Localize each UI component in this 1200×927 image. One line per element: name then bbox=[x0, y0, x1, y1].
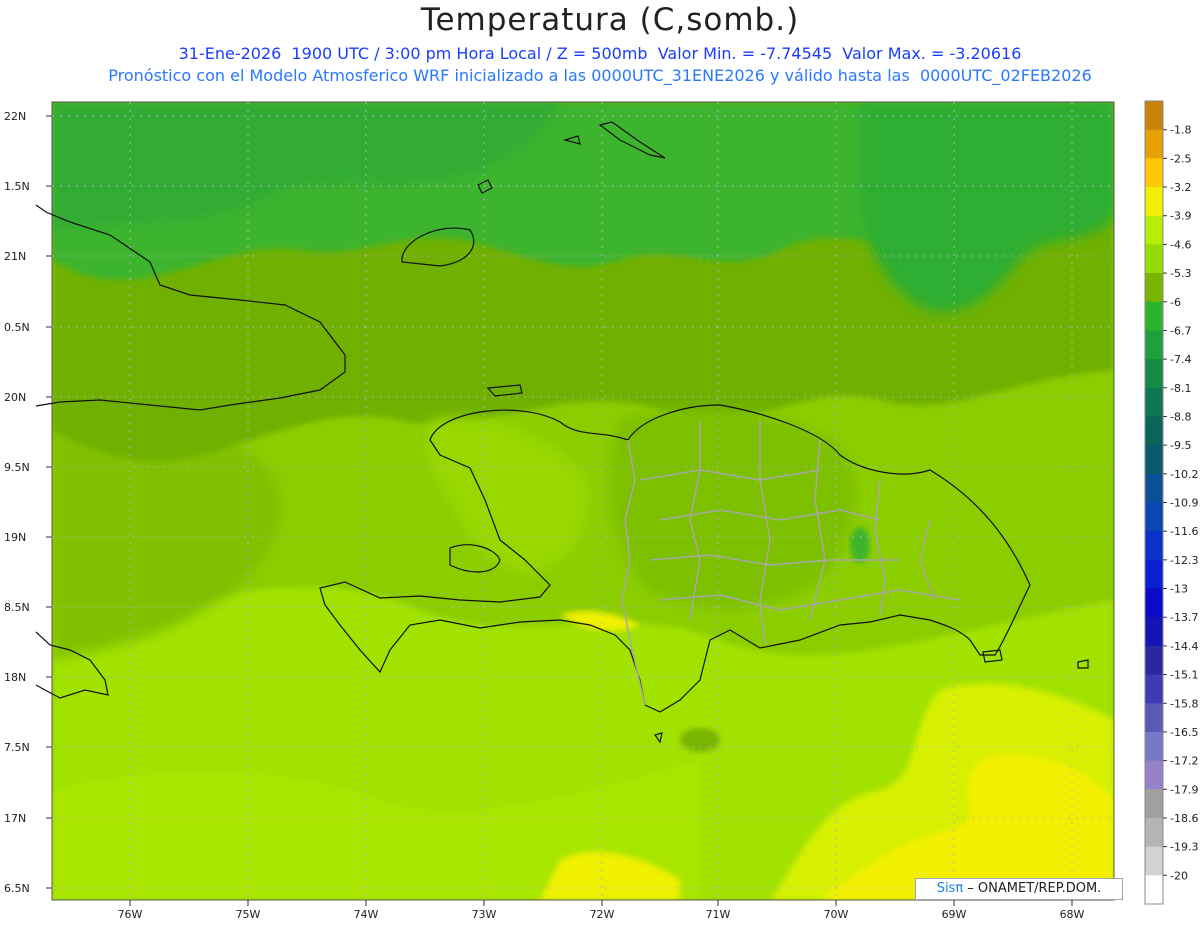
colorbar-label: -9.5 bbox=[1170, 439, 1191, 452]
colorbar-swatch bbox=[1145, 359, 1163, 389]
colorbar-label: -13 bbox=[1170, 583, 1188, 596]
lon-label: 71W bbox=[706, 908, 731, 921]
colorbar-swatch bbox=[1145, 531, 1163, 561]
colorbar-swatch bbox=[1145, 645, 1163, 676]
colorbar-swatch bbox=[1145, 244, 1163, 274]
lon-label: 69W bbox=[942, 908, 967, 921]
colorbar-label: -5.3 bbox=[1170, 267, 1191, 280]
colorbar-swatch bbox=[1145, 301, 1163, 331]
colorbar-label: -6.7 bbox=[1170, 324, 1191, 337]
colorbar-swatch bbox=[1145, 473, 1163, 503]
colorbar-swatch bbox=[1145, 416, 1163, 446]
colorbar-swatch bbox=[1145, 215, 1163, 245]
colorbar-swatch bbox=[1145, 387, 1163, 417]
lon-label: 72W bbox=[590, 908, 615, 921]
lat-label: 19N bbox=[4, 531, 26, 544]
latitude-labels: 22N 1.5N 21N 0.5N 20N 9.5N 19N 8.5N 18N … bbox=[4, 110, 30, 895]
longitude-labels: 76W 75W 74W 73W 72W 71W 70W 69W 68W bbox=[118, 908, 1085, 921]
colorbar-label: -3.2 bbox=[1170, 181, 1191, 194]
colorbar-swatch bbox=[1145, 330, 1163, 360]
lon-label: 74W bbox=[354, 908, 379, 921]
colorbar-label: -12.3 bbox=[1170, 554, 1198, 567]
lat-label: 18N bbox=[4, 671, 26, 684]
credit-box: Sisπ – ONAMET/REP.DOM. bbox=[915, 878, 1123, 900]
colorbar-swatch bbox=[1145, 703, 1163, 733]
colorbar-label: -10.2 bbox=[1170, 468, 1198, 481]
lat-label: 22N bbox=[4, 110, 26, 123]
colorbar-label: -8.1 bbox=[1170, 382, 1191, 395]
lat-label: 1.5N bbox=[4, 180, 30, 193]
colorbar-swatch bbox=[1145, 559, 1163, 590]
colorbar-label: -2.5 bbox=[1170, 152, 1191, 165]
colorbar-label: -15.1 bbox=[1170, 669, 1198, 682]
colorbar-label: -17.9 bbox=[1170, 783, 1198, 796]
colorbar-swatch bbox=[1145, 101, 1163, 131]
lat-label: 6.5N bbox=[4, 882, 30, 895]
colorbar-label: -8.8 bbox=[1170, 410, 1191, 423]
colorbar-label: -13.7 bbox=[1170, 611, 1198, 624]
colorbar-label: -19.3 bbox=[1170, 841, 1198, 854]
colorbar-swatch bbox=[1145, 502, 1163, 532]
colorbar-label: -7.4 bbox=[1170, 353, 1191, 366]
colorbar-label: -10.9 bbox=[1170, 497, 1198, 510]
credit-text: – ONAMET/REP.DOM. bbox=[963, 881, 1102, 896]
lat-label: 0.5N bbox=[4, 321, 30, 334]
colorbar-swatch bbox=[1145, 760, 1163, 790]
colorbar-swatch bbox=[1145, 187, 1163, 217]
lon-label: 76W bbox=[118, 908, 143, 921]
colorbar-label: -6 bbox=[1170, 296, 1181, 309]
colorbar-swatch bbox=[1145, 731, 1163, 762]
lat-label: 8.5N bbox=[4, 601, 30, 614]
lat-label: 21N bbox=[4, 250, 26, 263]
lon-label: 73W bbox=[472, 908, 497, 921]
sispi-brand: Sisπ bbox=[936, 881, 964, 896]
colorbar-swatch bbox=[1145, 273, 1163, 303]
colorbar bbox=[1144, 100, 1167, 905]
lon-label: 75W bbox=[236, 908, 261, 921]
temperature-field bbox=[52, 102, 1114, 900]
colorbar-swatch bbox=[1145, 129, 1163, 159]
colorbar-label: -14.4 bbox=[1170, 640, 1198, 653]
colorbar-swatch bbox=[1145, 158, 1163, 188]
temperature-map: 22N 1.5N 21N 0.5N 20N 9.5N 19N 8.5N 18N … bbox=[4, 100, 1198, 921]
colorbar-labels: -1.8 -2.5 -3.2 -3.9 -4.6 -5.3 -6 -6.7 -7.4 -8.1 -8… bbox=[1170, 124, 1198, 883]
lat-label: 20N bbox=[4, 391, 26, 404]
colorbar-swatch bbox=[1145, 875, 1163, 905]
colorbar-label: -20 bbox=[1170, 869, 1188, 882]
lat-label: 17N bbox=[4, 812, 26, 825]
colorbar-label: -16.5 bbox=[1170, 726, 1198, 739]
lon-label: 68W bbox=[1060, 908, 1085, 921]
colorbar-label: -1.8 bbox=[1170, 124, 1191, 137]
lat-label: 7.5N bbox=[4, 741, 30, 754]
colorbar-swatch bbox=[1145, 789, 1163, 819]
colorbar-swatch bbox=[1145, 617, 1163, 647]
colorbar-swatch bbox=[1145, 588, 1163, 618]
colorbar-label: -11.6 bbox=[1170, 525, 1198, 538]
colorbar-label: -15.8 bbox=[1170, 697, 1198, 710]
lat-label: 9.5N bbox=[4, 461, 30, 474]
colorbar-label: -17.2 bbox=[1170, 755, 1198, 768]
colorbar-label: -18.6 bbox=[1170, 812, 1198, 825]
lon-label: 70W bbox=[824, 908, 849, 921]
colorbar-swatch bbox=[1145, 817, 1163, 848]
colorbar-label: -3.9 bbox=[1170, 210, 1191, 223]
colorbar-swatch bbox=[1145, 674, 1163, 704]
colorbar-swatch bbox=[1145, 445, 1163, 475]
colorbar-label: -4.6 bbox=[1170, 238, 1191, 251]
colorbar-swatch bbox=[1145, 846, 1163, 876]
